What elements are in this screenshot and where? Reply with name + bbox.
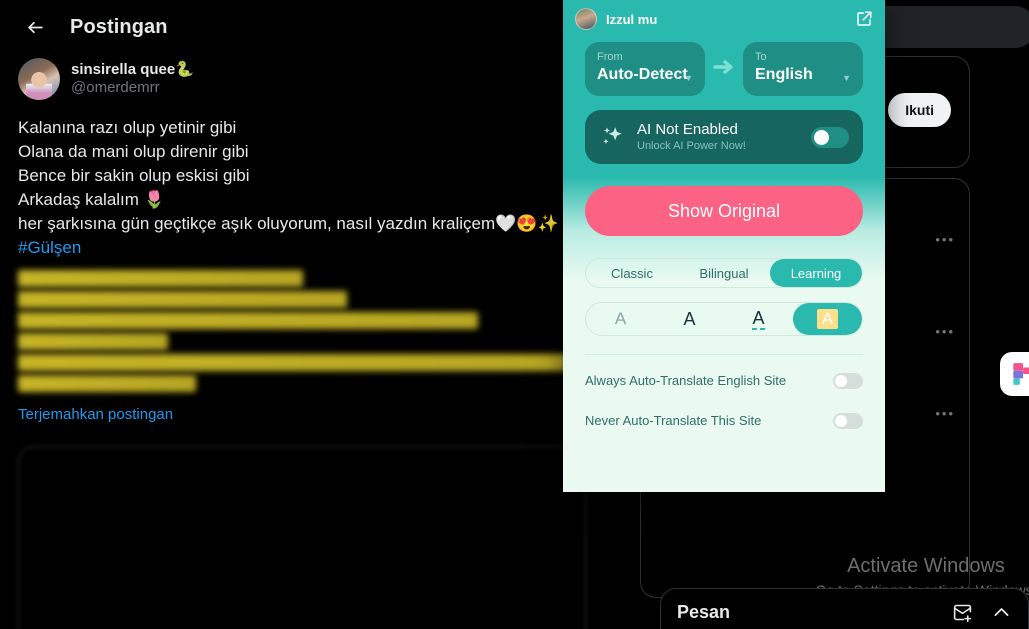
post-text: Kalanına razı olup yetinir gibi Olana da… [0,108,600,260]
page-title: Postingan [70,15,168,38]
always-auto-translate-toggle[interactable] [833,372,863,389]
arrow-right-icon [705,59,743,80]
blurred-line [18,270,303,287]
translated-text-blurred [0,260,600,392]
chevron-down-icon[interactable]: ▼ [684,73,693,83]
style-plain-option[interactable]: A [586,303,655,335]
blurred-line [18,333,168,350]
style-bold-glyph: A [683,308,696,329]
style-underline-glyph: A [752,307,765,330]
ai-banner-text: AI Not Enabled Unlock AI Power Now! [637,120,811,154]
translation-mode-tabs: Classic Bilingual Learning [585,258,863,288]
always-auto-translate-label: Always Auto-Translate English Site [585,373,787,388]
source-language-label: From [597,51,623,63]
blurred-line [18,375,196,392]
more-options-icon[interactable]: ••• [935,406,955,421]
translate-post-link[interactable]: Terjemahkan postingan [0,396,600,423]
share-icon[interactable] [855,10,873,28]
style-underline-option[interactable]: A [724,303,793,335]
style-bold-option[interactable]: A [655,303,724,335]
post-header: Postingan [0,0,600,54]
style-highlight-option[interactable]: A [793,303,862,335]
more-options-icon[interactable]: ••• [935,324,955,339]
x-post-column: Postingan sinsirella quee🐍 @omerdemrr Ka… [0,0,600,629]
blurred-line [18,291,347,308]
never-auto-translate-toggle[interactable] [833,412,863,429]
follow-button[interactable]: Ikuti [888,93,951,127]
source-language-dropdown[interactable]: From Auto-Detect ▼ [585,42,705,96]
chevron-down-icon[interactable]: ▼ [842,73,851,83]
popup-header: Izzul mu [563,0,885,30]
never-auto-translate-label: Never Auto-Translate This Site [585,413,762,428]
post-line: Olana da mani olup direnir gibi [18,142,249,161]
tab-bilingual[interactable]: Bilingual [678,259,770,287]
blurred-line [18,354,586,371]
never-auto-translate-row[interactable]: Never Auto-Translate This Site [585,405,863,436]
post-line: Kalanına razı olup yetinir gibi [18,118,237,137]
ai-enable-toggle[interactable] [811,126,849,148]
new-message-icon[interactable] [952,602,973,623]
target-language-label: To [755,51,767,63]
language-selector-row: From Auto-Detect ▼ To English ▼ [563,30,885,96]
always-auto-translate-row[interactable]: Always Auto-Translate English Site [585,365,863,396]
back-arrow-icon[interactable] [18,10,52,44]
messages-label: Pesan [677,601,731,622]
avatar[interactable] [575,8,597,30]
author-name[interactable]: sinsirella quee🐍 [71,61,194,79]
target-language-dropdown[interactable]: To English ▼ [743,42,863,96]
more-options-icon[interactable]: ••• [935,232,955,247]
post-media-image[interactable] [18,446,586,629]
blurred-line [18,312,478,329]
hashtag-link[interactable]: #Gülşen [18,236,582,260]
target-language-value: English [755,66,813,83]
ai-banner-subtitle: Unlock AI Power Now! [637,140,746,152]
sparkle-icon [599,124,627,150]
ai-banner-title: AI Not Enabled [637,121,738,138]
chevron-up-icon[interactable] [991,602,1012,623]
ai-banner[interactable]: AI Not Enabled Unlock AI Power Now! [585,110,863,164]
style-highlight-glyph: A [816,309,839,329]
divider [585,354,863,355]
post-author[interactable]: sinsirella quee🐍 @omerdemrr [0,54,600,108]
messages-dock[interactable]: Pesan [660,588,1029,629]
popup-username: Izzul mu [606,11,658,27]
style-plain-glyph: A [614,309,627,328]
author-handle[interactable]: @omerdemrr [71,79,194,97]
tab-learning[interactable]: Learning [770,259,862,287]
source-language-value: Auto-Detect [597,66,688,83]
show-original-button[interactable]: Show Original [585,186,863,236]
tab-classic[interactable]: Classic [586,259,678,287]
post-line: Bence bir sakin olup eskisi gibi [18,166,250,185]
author-meta: sinsirella quee🐍 @omerdemrr [71,61,194,96]
avatar[interactable] [18,58,60,100]
text-style-selector: A A A A [585,302,863,336]
screen: Postingan sinsirella quee🐍 @omerdemrr Ka… [0,0,1029,629]
extension-logo-icon[interactable]: ✓ [1000,352,1029,396]
post-line: her şarkısına gün geçtikçe aşık oluyorum… [18,214,559,233]
post-line: Arkadaş kalalım 🌷 [18,190,165,209]
translator-popup: Izzul mu From Auto-Detect ▼ To English ▼ [563,0,885,492]
